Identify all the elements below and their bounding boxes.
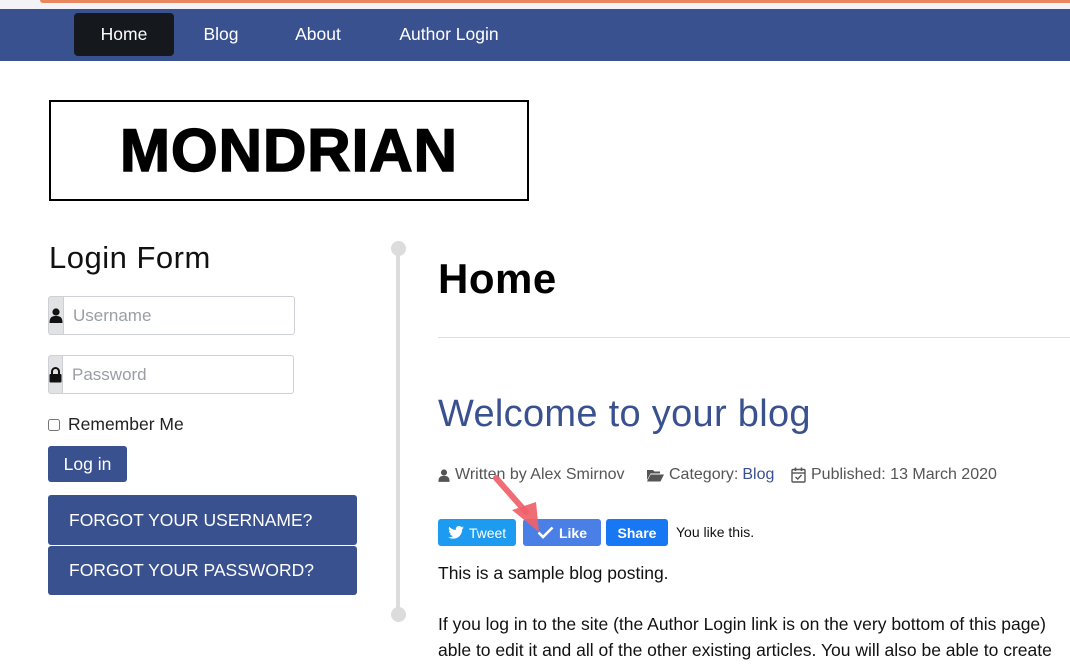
user-icon — [48, 296, 63, 335]
article-paragraph: If you log in to the site (the Author Lo… — [438, 614, 1046, 634]
browser-top-strip — [0, 0, 1070, 9]
remember-me-label: Remember Me — [68, 414, 184, 434]
share-button[interactable]: Share — [606, 519, 668, 546]
timeline-dot-top — [391, 241, 406, 256]
nav-about[interactable]: About — [275, 13, 361, 56]
like-status-text: You like this. — [676, 524, 755, 540]
author-icon — [438, 468, 450, 482]
calendar-check-icon — [791, 467, 806, 483]
published-text: Published: 13 March 2020 — [811, 466, 997, 483]
timeline-divider — [396, 248, 400, 616]
logo-text: MONDRIAN — [119, 116, 458, 185]
remember-me[interactable]: Remember Me — [48, 414, 184, 435]
article-published: Published: 13 March 2020 — [791, 466, 997, 484]
password-group — [48, 355, 294, 394]
category-label: Category: — [669, 466, 739, 483]
nav-author-login[interactable]: Author Login — [383, 13, 515, 56]
nav-home[interactable]: Home — [74, 13, 174, 56]
page-title: Home — [438, 255, 557, 302]
article-paragraph: able to edit it and all of the other exi… — [438, 640, 1052, 660]
remember-me-checkbox[interactable] — [48, 418, 60, 431]
article-paragraph: This is a sample blog posting. — [438, 563, 669, 583]
folder-open-icon — [647, 469, 664, 481]
category-link[interactable]: Blog — [742, 466, 774, 484]
username-input[interactable] — [63, 296, 295, 335]
forgot-password-button[interactable]: FORGOT YOUR PASSWORD? — [48, 546, 357, 595]
annotation-arrow-icon — [493, 475, 539, 532]
login-button[interactable]: Log in — [48, 446, 127, 482]
browser-tab-accent — [40, 0, 1070, 3]
lock-icon — [48, 355, 62, 394]
article-category: Category: Blog — [647, 466, 774, 484]
login-form-title: Login Form — [49, 240, 211, 275]
password-input[interactable] — [62, 355, 294, 394]
site-logo[interactable]: MONDRIAN — [49, 100, 529, 201]
nav-blog[interactable]: Blog — [185, 13, 257, 56]
main-navbar: Home Blog About Author Login — [0, 9, 1070, 61]
like-label: Like — [558, 524, 587, 541]
forgot-username-button[interactable]: FORGOT YOUR USERNAME? — [48, 495, 357, 545]
twitter-bird-icon — [448, 526, 464, 539]
username-group — [48, 296, 295, 335]
timeline-dot-bottom — [391, 607, 406, 622]
title-divider — [438, 337, 1070, 338]
article-title[interactable]: Welcome to your blog — [438, 393, 811, 436]
